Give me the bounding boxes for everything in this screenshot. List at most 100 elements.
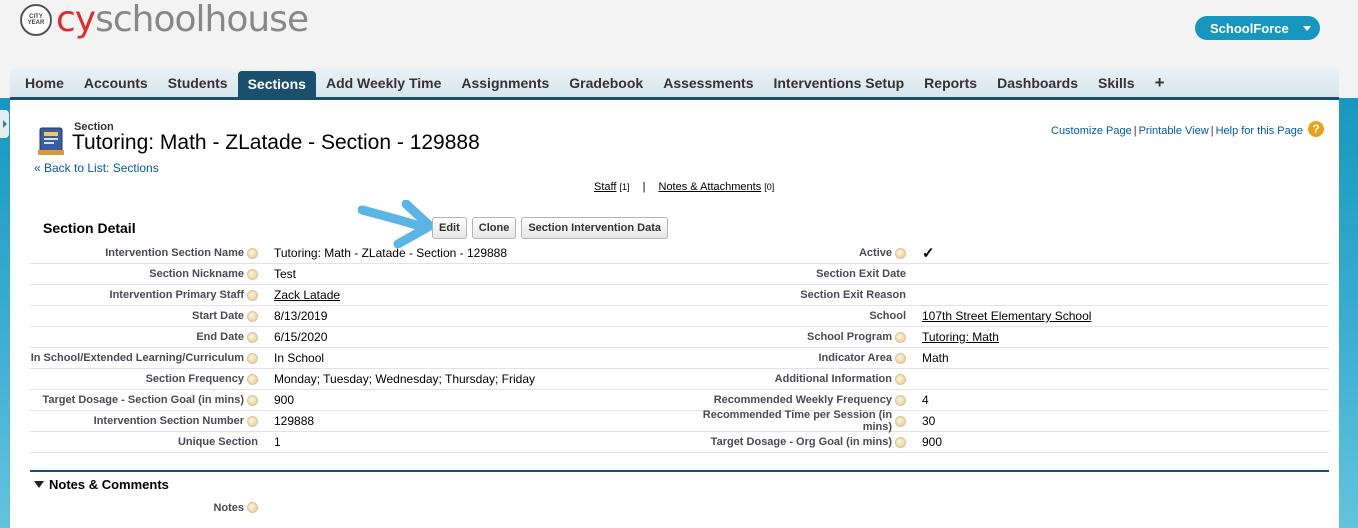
customize-page-link[interactable]: Customize Page — [1051, 125, 1132, 137]
staff-related-link[interactable]: Staff — [594, 181, 616, 193]
back-to-list-link[interactable]: « Back to List: Sections — [34, 161, 159, 175]
field-value: 1 — [258, 432, 672, 452]
detail-buttons: Edit Clone Section Intervention Data — [432, 217, 668, 239]
field-value: Math — [906, 348, 1329, 368]
info-icon[interactable] — [247, 247, 258, 259]
tab-dashboards[interactable]: Dashboards — [987, 68, 1088, 97]
info-icon[interactable] — [247, 373, 258, 385]
info-icon[interactable] — [895, 373, 906, 385]
detail-row: Target Dosage - Section Goal (in mins) 90… — [30, 390, 1329, 411]
tab-students[interactable]: Students — [158, 68, 238, 97]
field-value — [906, 285, 1329, 305]
field-label-text: Unique Section — [177, 436, 258, 448]
field-label: Section Nickname — [30, 264, 258, 284]
field-label: Start Date — [30, 306, 258, 326]
field-label: Section Frequency — [30, 369, 258, 389]
tab-assessments[interactable]: Assessments — [653, 68, 763, 97]
detail-row: Unique Section 1 Target Dosage - Org Goal … — [30, 432, 1329, 453]
info-icon[interactable] — [247, 352, 258, 364]
notes-attachments-link[interactable]: Notes & Attachments — [659, 181, 762, 193]
field-label: Indicator Area — [672, 348, 906, 368]
field-value-text: Tutoring: Math - ZLatade - Section - 129… — [274, 246, 508, 260]
detail-row: Section Frequency Monday; Tuesday; Wednes… — [30, 369, 1329, 390]
field-value-text[interactable]: Tutoring: Math — [922, 330, 999, 344]
field-value-text: Test — [274, 267, 297, 281]
tab-reports[interactable]: Reports — [914, 68, 987, 97]
info-icon[interactable] — [895, 352, 906, 364]
info-icon[interactable] — [247, 289, 258, 301]
field-label: Intervention Primary Staff — [30, 285, 258, 305]
info-icon[interactable] — [895, 331, 906, 343]
tab-interventions-setup[interactable]: Interventions Setup — [763, 68, 914, 97]
tab-add-plus[interactable]: + — [1145, 68, 1175, 97]
field-label-text: Indicator Area — [818, 352, 892, 364]
tab-home[interactable]: Home — [15, 68, 74, 97]
field-value-text: 900 — [274, 393, 295, 407]
field-label-text: Section Exit Reason — [800, 289, 906, 301]
info-icon[interactable] — [895, 415, 906, 427]
info-icon[interactable] — [895, 247, 906, 259]
brand-name: cyschoolhouse — [56, 0, 309, 40]
detail-row: Intervention Section Name Tutoring: Math … — [30, 243, 1329, 264]
field-value-text[interactable]: Zack Latade — [274, 288, 340, 302]
field-value-text[interactable]: 107th Street Elementary School — [922, 309, 1091, 323]
info-icon[interactable] — [247, 394, 258, 406]
info-icon[interactable] — [247, 415, 258, 427]
help-links: Customize Page | Printable View | Help for t… — [1051, 125, 1303, 137]
chevron-down-icon — [1303, 26, 1311, 31]
help-icon[interactable]: ? — [1308, 121, 1324, 137]
brand-logo[interactable]: CITY YEAR cyschoolhouse — [20, 0, 309, 40]
edit-button[interactable]: Edit — [432, 217, 467, 239]
info-icon[interactable] — [895, 394, 906, 406]
printable-view-link[interactable]: Printable View — [1139, 125, 1209, 137]
brand-name-cy: cy — [56, 0, 96, 40]
sidebar-toggle-handle[interactable] — [0, 110, 9, 138]
field-value — [906, 369, 1329, 389]
clone-button[interactable]: Clone — [471, 217, 517, 239]
app-switcher-button[interactable]: SchoolForce — [1195, 16, 1320, 40]
tab-accounts[interactable]: Accounts — [74, 68, 158, 97]
field-label-text: Intervention Section Name — [105, 247, 244, 259]
active-checkmark: ✓ — [922, 245, 935, 262]
field-value-text: 1 — [274, 435, 281, 449]
field-label-text: Target Dosage - Section Goal (in mins) — [42, 394, 245, 406]
notes-label: Notes — [213, 501, 244, 514]
tab-add-weekly-time[interactable]: Add Weekly Time — [316, 68, 451, 97]
field-label: Section Exit Date — [672, 264, 906, 284]
related-separator: | — [642, 181, 646, 193]
info-icon[interactable] — [247, 331, 258, 343]
field-label-text: Intervention Section Number — [93, 415, 244, 427]
section-icon — [38, 127, 64, 155]
tab-skills[interactable]: Skills — [1088, 68, 1145, 97]
help-page-link[interactable]: Help for this Page — [1216, 125, 1303, 137]
field-value — [906, 264, 1329, 284]
tab-assignments[interactable]: Assignments — [451, 68, 559, 97]
field-value: 8/13/2019 — [258, 306, 672, 326]
section-intervention-data-button[interactable]: Section Intervention Data — [521, 217, 668, 239]
info-icon[interactable] — [247, 310, 258, 322]
related-list-links: Staff [1] | Notes & Attachments [0] — [594, 181, 774, 193]
detail-fields: Intervention Section Name Tutoring: Math … — [30, 243, 1329, 453]
notes-comments-toggle[interactable]: Notes & Comments — [34, 477, 169, 492]
tab-sections[interactable]: Sections — [237, 71, 316, 97]
info-icon[interactable] — [247, 268, 258, 280]
section-detail-heading: Section Detail — [43, 220, 136, 236]
field-value: 900 — [258, 390, 672, 410]
field-value-text: 8/13/2019 — [274, 309, 328, 323]
page-title: Tutoring: Math - ZLatade - Section - 129… — [72, 131, 480, 154]
city-year-seal: CITY YEAR — [20, 4, 52, 36]
detail-row: In School/Extended Learning/Curriculum In… — [30, 348, 1329, 369]
field-label: Additional Information — [672, 369, 906, 389]
field-label-text: Section Nickname — [149, 268, 244, 280]
field-label: Intervention Section Name — [30, 243, 258, 263]
info-icon[interactable] — [247, 502, 258, 513]
main-content: Section Tutoring: Math - ZLatade - Secti… — [10, 100, 1339, 528]
field-label: Notes — [30, 497, 258, 518]
field-label: In School/Extended Learning/Curriculum — [30, 348, 258, 368]
info-icon[interactable] — [895, 436, 906, 448]
field-label-text: Recommended Weekly Frequency — [713, 394, 892, 406]
field-value-text: 4 — [922, 393, 929, 407]
field-value: 6/15/2020 — [258, 327, 672, 347]
tab-gradebook[interactable]: Gradebook — [559, 68, 653, 97]
field-value-text: 30 — [922, 414, 936, 428]
